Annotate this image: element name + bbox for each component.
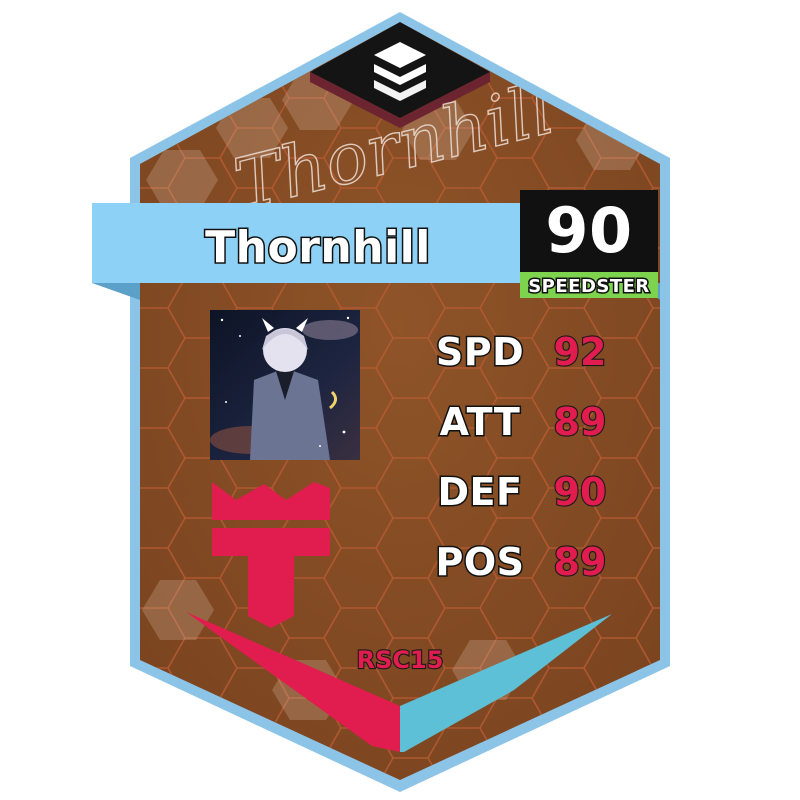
stat-value: 92 [554, 330, 607, 374]
role-label: SPEEDSTER [528, 276, 650, 297]
stat-value: 90 [554, 470, 607, 514]
stat-label: SPD [436, 330, 524, 374]
anime-character-avatar [210, 310, 360, 460]
stat-label: ATT [440, 400, 521, 444]
stat-value: 89 [554, 540, 607, 584]
league-code: RSC15 [357, 646, 444, 674]
player-name: Thornhill [205, 222, 431, 273]
overall-rating: 90 [545, 194, 632, 267]
stat-label: DEF [438, 470, 523, 514]
stat-value: 89 [554, 400, 607, 444]
player-card: Thornhill Thornhill 90 SPEEDSTER SPD 92 … [92, 12, 670, 792]
stat-label: POS [435, 540, 524, 584]
